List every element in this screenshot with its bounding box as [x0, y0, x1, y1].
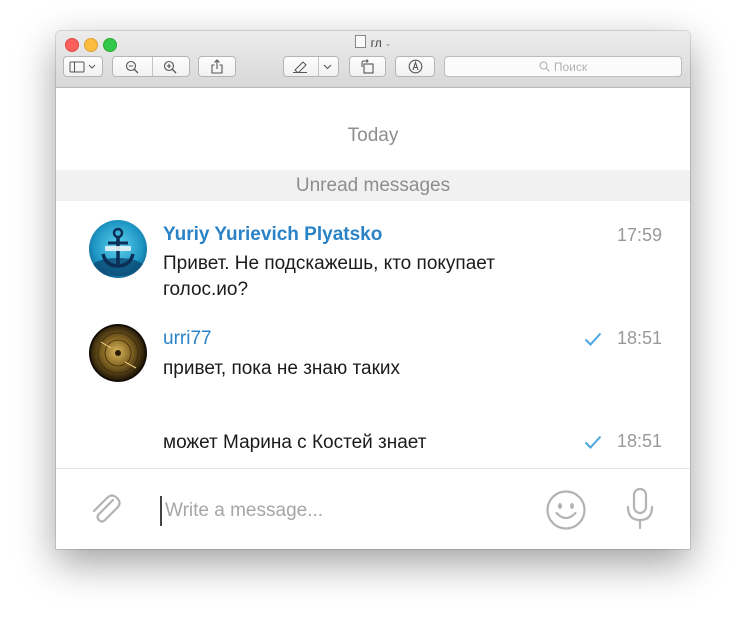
message-text: Привет. Не подскажешь, кто покупает голо… [163, 253, 495, 300]
zoom-in-icon [163, 60, 177, 73]
chevron-down-icon: ⌄ [384, 39, 392, 48]
message-sender[interactable]: urri77 [163, 328, 212, 350]
attach-icon[interactable] [86, 490, 124, 528]
zoom-out-button[interactable] [113, 60, 151, 74]
message-item[interactable]: Yuriy Yurievich Plyatsko Привет. Не подс… [56, 215, 690, 305]
emoji-icon[interactable] [545, 489, 587, 531]
avatar[interactable] [89, 220, 147, 278]
window-title-text: гл [370, 36, 382, 50]
anchor-avatar-image [89, 220, 147, 278]
unread-messages-bar: Unread messages [56, 170, 690, 201]
message-item[interactable]: urri77 привет, пока не знаю таких 18:51 [56, 323, 690, 383]
message-sender[interactable]: Yuriy Yurievich Plyatsko [163, 224, 382, 246]
message-composer [56, 468, 690, 549]
chat-area: Today Unread messages Yuriy Yurievich Pl… [56, 88, 690, 549]
microphone-icon[interactable] [624, 487, 656, 531]
window-title[interactable]: гл ⌄ [56, 35, 690, 50]
message-input[interactable] [160, 496, 547, 526]
highlighter-icon [293, 60, 308, 73]
search-field[interactable]: Поиск [444, 56, 682, 77]
avatar[interactable] [89, 324, 147, 382]
annotate-button[interactable] [395, 56, 435, 77]
sidebar-icon [69, 61, 96, 72]
message-time: 17:59 [616, 225, 662, 245]
golden-record-avatar-image [89, 324, 147, 382]
share-button[interactable] [198, 56, 236, 77]
zoom-out-icon [125, 60, 139, 73]
pen-circle-icon [408, 59, 422, 74]
search-icon [539, 61, 550, 72]
zoom-controls [112, 56, 190, 77]
title-bar: гл ⌄ Поиск [56, 31, 690, 88]
markup-controls [283, 56, 339, 77]
message-text: привет, пока не знаю таких [163, 358, 400, 379]
markup-menu-button[interactable] [317, 64, 338, 70]
read-check-icon [584, 435, 602, 449]
message-time: 18:51 [616, 431, 662, 451]
chevron-down-icon [323, 64, 332, 69]
rotate-button[interactable] [349, 56, 386, 77]
date-separator: Today [347, 125, 399, 146]
zoom-in-button[interactable] [151, 60, 189, 74]
search-placeholder: Поиск [553, 59, 588, 74]
preview-window: гл ⌄ Поиск Today Unread messages Yuriy Y… [56, 31, 690, 549]
read-check-icon [584, 332, 602, 346]
share-icon [211, 59, 223, 74]
document-icon [354, 35, 366, 48]
rotate-icon [361, 59, 374, 74]
message-item[interactable]: может Марина с Костей знает 18:51 [56, 428, 690, 462]
sidebar-toggle-button[interactable] [63, 56, 103, 77]
message-text: может Марина с Костей знает [163, 432, 427, 453]
message-time: 18:51 [616, 328, 662, 348]
markup-button[interactable] [284, 60, 317, 73]
